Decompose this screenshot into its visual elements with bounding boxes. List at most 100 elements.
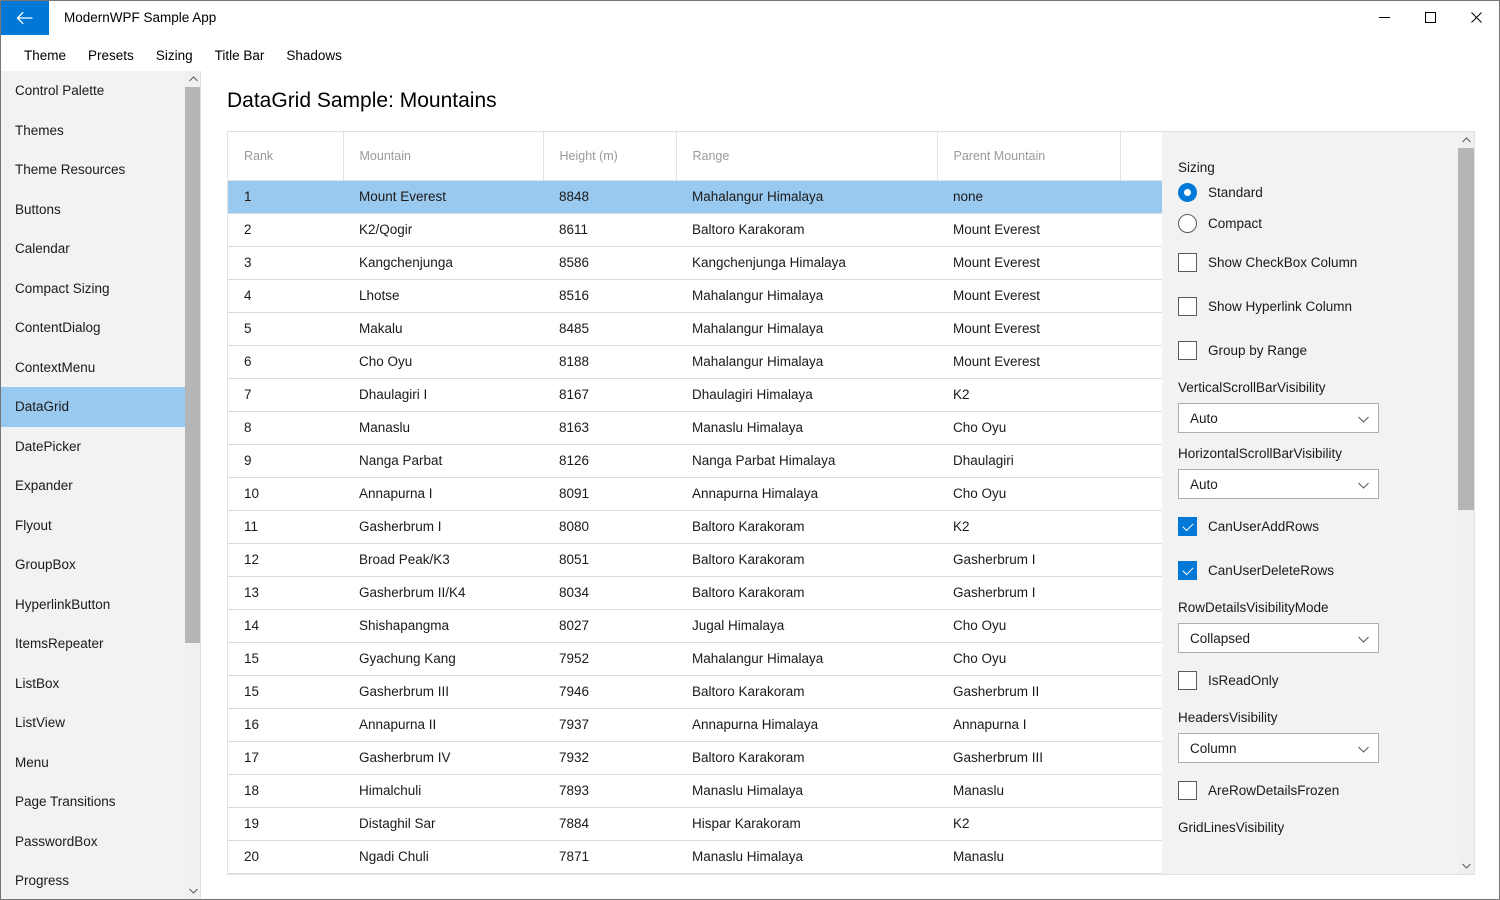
cell-rank[interactable]: 19 <box>228 807 343 841</box>
sidebar-item-theme-resources[interactable]: Theme Resources <box>1 150 187 190</box>
cell-height[interactable]: 8188 <box>543 345 676 379</box>
cell-range[interactable]: Baltoro Karakoram <box>676 675 937 709</box>
checkbox-can-user-add-rows-indicator[interactable] <box>1178 517 1197 536</box>
cell-mountain[interactable]: Cho Oyu <box>343 345 543 379</box>
options-scroll-up-icon[interactable] <box>1458 132 1474 148</box>
cell-rank[interactable]: 2 <box>228 213 343 247</box>
checkbox-can-user-delete-rows-indicator[interactable] <box>1178 561 1197 580</box>
sidebar-item-groupbox[interactable]: GroupBox <box>1 545 187 585</box>
cell-height[interactable]: 8091 <box>543 477 676 511</box>
cell-range[interactable]: Kangchenjunga Himalaya <box>676 246 937 280</box>
cell-mountain[interactable]: Annapurna II <box>343 708 543 742</box>
sidebar-item-datagrid[interactable]: DataGrid <box>1 387 187 427</box>
cell-range[interactable]: Baltoro Karakoram <box>676 213 937 247</box>
table-row[interactable]: 1 Mount Everest 8848 Mahalangur Himalaya non… <box>228 180 1162 214</box>
cell-mountain[interactable]: Gasherbrum III <box>343 675 543 709</box>
cell-range[interactable]: Hispar Karakoram <box>676 807 937 841</box>
options-scroll-down-icon[interactable] <box>1458 858 1474 874</box>
table-row[interactable]: 15 Gyachung Kang 7952 Mahalangur Himalaya Ch… <box>228 642 1162 676</box>
cell-parent-mountain[interactable]: Mount Everest <box>937 345 1120 379</box>
table-row[interactable]: 4 Lhotse 8516 Mahalangur Himalaya Mount Ever… <box>228 279 1162 313</box>
cell-range[interactable]: Manaslu Himalaya <box>676 411 937 445</box>
cell-rank[interactable]: 10 <box>228 477 343 511</box>
sidebar-item-menu[interactable]: Menu <box>1 743 187 783</box>
cell-mountain[interactable]: Broad Peak/K3 <box>343 543 543 577</box>
cell-rank[interactable]: 14 <box>228 609 343 643</box>
cell-parent-mountain[interactable]: Dhaulagiri <box>937 444 1120 478</box>
cell-parent-mountain[interactable]: Gasherbrum I <box>937 543 1120 577</box>
cell-range[interactable]: Manaslu Himalaya <box>676 840 937 874</box>
checkbox-show-checkbox-column[interactable]: Show CheckBox Column <box>1178 253 1452 272</box>
menu-item-presets[interactable]: Presets <box>77 44 145 67</box>
table-row[interactable]: 5 Makalu 8485 Mahalangur Himalaya Mount Ever… <box>228 312 1162 346</box>
checkbox-group-by-range-indicator[interactable] <box>1178 341 1197 360</box>
cell-range[interactable]: Baltoro Karakoram <box>676 543 937 577</box>
sidebar-item-buttons[interactable]: Buttons <box>1 190 187 230</box>
cell-rank[interactable]: 13 <box>228 576 343 610</box>
cell-height[interactable]: 8848 <box>543 180 676 214</box>
cell-mountain[interactable]: Kangchenjunga <box>343 246 543 280</box>
checkbox-show-hyperlink-column[interactable]: Show Hyperlink Column <box>1178 297 1452 316</box>
cell-mountain[interactable]: K2/Qogir <box>343 213 543 247</box>
minimize-button[interactable] <box>1361 1 1407 33</box>
scroll-up-icon[interactable] <box>185 71 200 87</box>
cell-mountain[interactable]: Nanga Parbat <box>343 444 543 478</box>
cell-height[interactable]: 8516 <box>543 279 676 313</box>
cell-parent-mountain[interactable]: K2 <box>937 378 1120 412</box>
cell-parent-mountain[interactable]: Gasherbrum I <box>937 576 1120 610</box>
sidebar-item-contextmenu[interactable]: ContextMenu <box>1 348 187 388</box>
cell-rank[interactable]: 6 <box>228 345 343 379</box>
checkbox-is-read-only[interactable]: IsReadOnly <box>1178 671 1452 690</box>
cell-range[interactable]: Baltoro Karakoram <box>676 741 937 775</box>
scroll-down-icon[interactable] <box>185 883 200 899</box>
cell-parent-mountain[interactable]: Cho Oyu <box>937 642 1120 676</box>
cell-parent-mountain[interactable]: K2 <box>937 807 1120 841</box>
cell-rank[interactable]: 8 <box>228 411 343 445</box>
menu-item-theme[interactable]: Theme <box>13 44 77 67</box>
column-header-range[interactable]: Range <box>676 132 938 181</box>
cell-mountain[interactable]: Ngadi Chuli <box>343 840 543 874</box>
cell-height[interactable]: 7946 <box>543 675 676 709</box>
cell-range[interactable]: Mahalangur Himalaya <box>676 180 937 214</box>
cell-rank[interactable]: 15 <box>228 642 343 676</box>
cell-height[interactable]: 8586 <box>543 246 676 280</box>
cell-height[interactable]: 7937 <box>543 708 676 742</box>
sidebar-item-expander[interactable]: Expander <box>1 466 187 506</box>
cell-parent-mountain[interactable]: Gasherbrum II <box>937 675 1120 709</box>
table-row[interactable]: 11 Gasherbrum I 8080 Baltoro Karakoram K2 <box>228 510 1162 544</box>
cell-height[interactable]: 8163 <box>543 411 676 445</box>
menu-item-title-bar[interactable]: Title Bar <box>204 44 276 67</box>
table-row[interactable]: 3 Kangchenjunga 8586 Kangchenjunga Himalaya… <box>228 246 1162 280</box>
sidebar-item-listbox[interactable]: ListBox <box>1 664 187 704</box>
table-row[interactable]: 10 Annapurna I 8091 Annapurna Himalaya Cho O… <box>228 477 1162 511</box>
checkbox-are-row-details-frozen-indicator[interactable] <box>1178 781 1197 800</box>
sidebar-item-flyout[interactable]: Flyout <box>1 506 187 546</box>
cell-height[interactable]: 7932 <box>543 741 676 775</box>
sidebar-item-contentdialog[interactable]: ContentDialog <box>1 308 187 348</box>
cell-range[interactable]: Dhaulagiri Himalaya <box>676 378 937 412</box>
checkbox-show-checkbox-column-indicator[interactable] <box>1178 253 1197 272</box>
cell-rank[interactable]: 3 <box>228 246 343 280</box>
cell-height[interactable]: 8027 <box>543 609 676 643</box>
cell-parent-mountain[interactable]: Cho Oyu <box>937 477 1120 511</box>
cell-rank[interactable]: 1 <box>228 180 343 214</box>
options-scroll-thumb[interactable] <box>1458 148 1474 510</box>
sidebar-item-compact-sizing[interactable]: Compact Sizing <box>1 269 187 309</box>
cell-height[interactable]: 7884 <box>543 807 676 841</box>
cell-range[interactable]: Mahalangur Himalaya <box>676 642 937 676</box>
radio-compact-indicator[interactable] <box>1178 214 1197 233</box>
checkbox-is-read-only-indicator[interactable] <box>1178 671 1197 690</box>
cell-mountain[interactable]: Manaslu <box>343 411 543 445</box>
checkbox-are-row-details-frozen[interactable]: AreRowDetailsFrozen <box>1178 781 1452 800</box>
radio-compact[interactable]: Compact <box>1178 214 1452 233</box>
menu-item-sizing[interactable]: Sizing <box>145 44 204 67</box>
column-header-height[interactable]: Height (m) <box>543 132 677 181</box>
table-row[interactable]: 13 Gasherbrum II/K4 8034 Baltoro Karakoram G… <box>228 576 1162 610</box>
cell-rank[interactable]: 17 <box>228 741 343 775</box>
cell-height[interactable]: 7952 <box>543 642 676 676</box>
cell-mountain[interactable]: Gasherbrum IV <box>343 741 543 775</box>
cell-mountain[interactable]: Gasherbrum I <box>343 510 543 544</box>
cell-rank[interactable]: 20 <box>228 840 343 874</box>
sidebar-item-calendar[interactable]: Calendar <box>1 229 187 269</box>
table-row[interactable]: 7 Dhaulagiri I 8167 Dhaulagiri Himalaya K2 <box>228 378 1162 412</box>
